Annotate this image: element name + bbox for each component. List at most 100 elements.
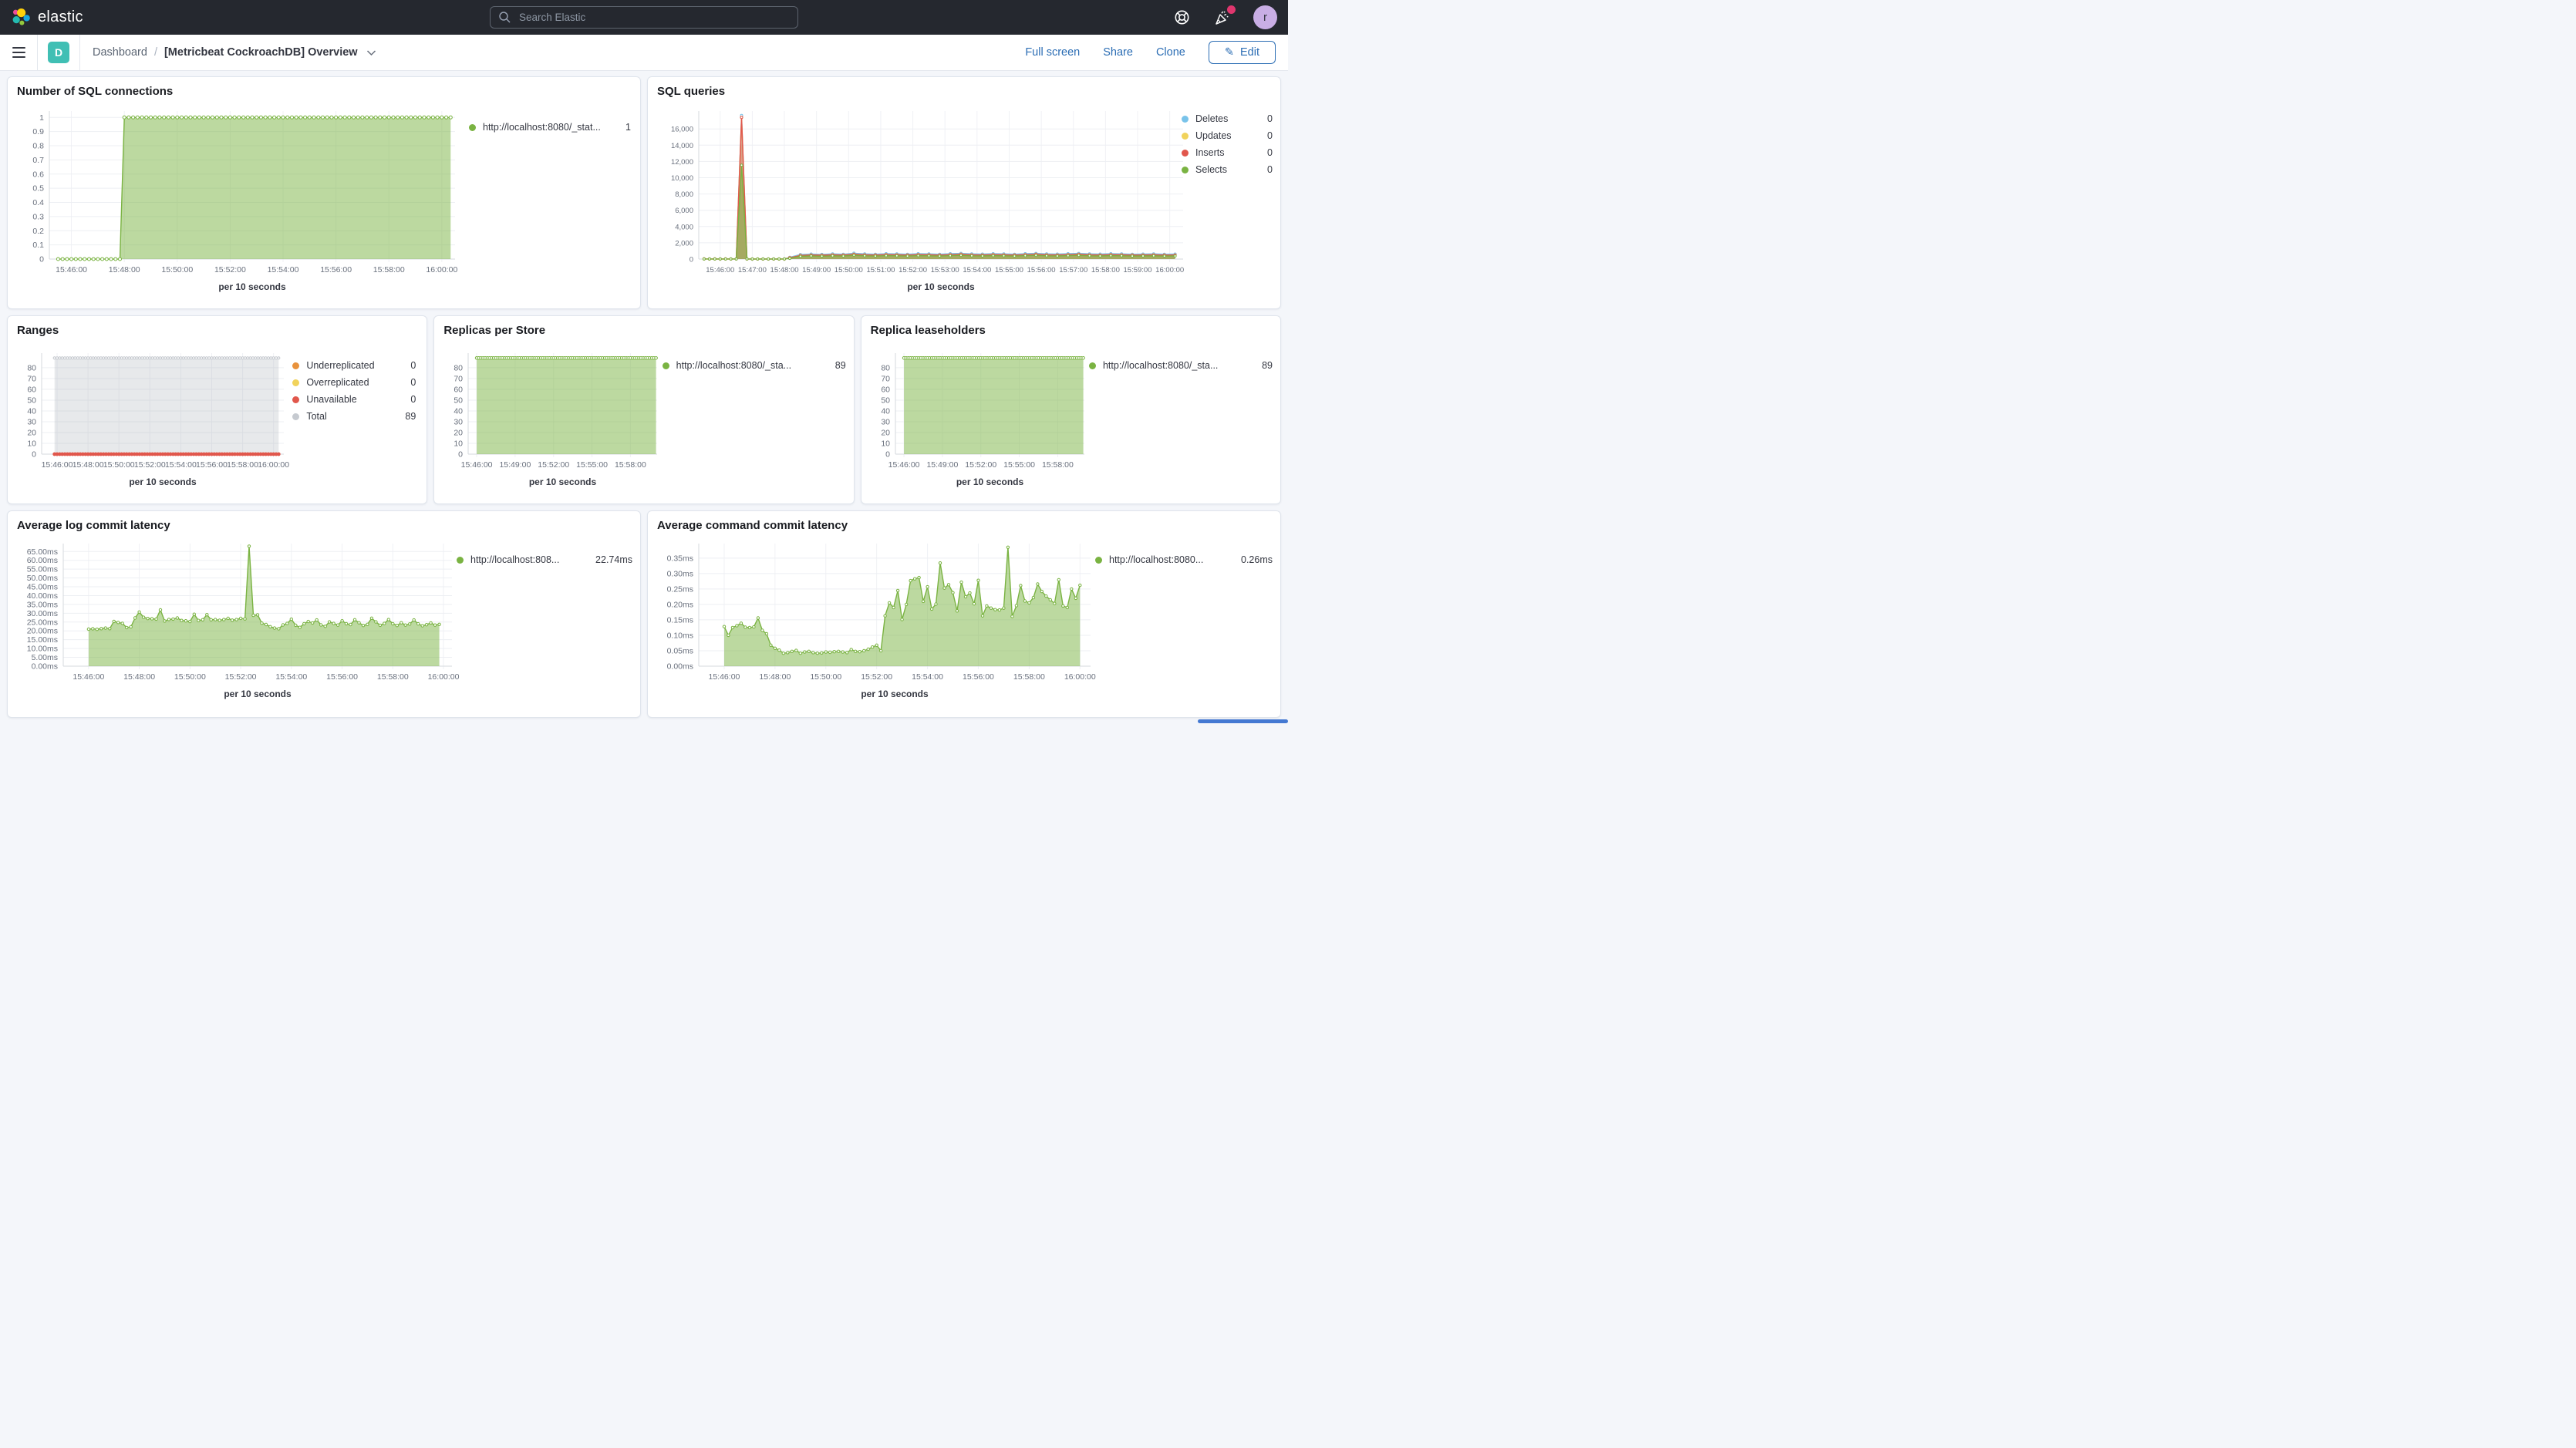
share-button[interactable]: Share xyxy=(1103,46,1133,59)
panel-title: SQL queries xyxy=(648,77,1280,98)
svg-text:0: 0 xyxy=(39,255,44,264)
legend-series-dot xyxy=(1182,150,1189,157)
help-button[interactable] xyxy=(1172,8,1192,28)
svg-text:0.4: 0.4 xyxy=(32,198,44,207)
chevron-down-icon xyxy=(366,49,376,56)
legend-series-dot xyxy=(292,379,299,386)
panel-command-commit-latency: Average command commit latency 0.00ms0.0… xyxy=(647,510,1281,718)
search-input[interactable] xyxy=(518,11,790,24)
legend-series-label: http://localhost:8080/_sta... xyxy=(676,360,791,371)
svg-text:16:00:00: 16:00:00 xyxy=(426,265,457,274)
svg-text:0: 0 xyxy=(885,450,890,460)
svg-text:15:50:00: 15:50:00 xyxy=(174,672,206,682)
legend-item[interactable]: http://localhost:8080/_sta... 89 xyxy=(663,360,846,371)
legend-series-label: http://localhost:808... xyxy=(470,554,559,565)
svg-text:20: 20 xyxy=(454,428,464,437)
svg-text:45.00ms: 45.00ms xyxy=(27,583,58,592)
legend-item[interactable]: http://localhost:808...22.74ms xyxy=(457,554,632,565)
svg-text:10: 10 xyxy=(27,439,36,448)
svg-text:50: 50 xyxy=(881,396,890,405)
title-dropdown-button[interactable] xyxy=(366,49,376,56)
legend-item[interactable]: Overreplicated0 xyxy=(292,377,416,388)
svg-text:per 10 seconds: per 10 seconds xyxy=(129,476,197,487)
full-screen-button[interactable]: Full screen xyxy=(1025,46,1080,59)
legend-series-dot xyxy=(292,413,299,420)
legend-series-dot xyxy=(292,396,299,403)
legend-series-label: http://localhost:8080... xyxy=(1109,554,1203,565)
logo-text: elastic xyxy=(38,8,83,26)
legend-series-dot xyxy=(292,362,299,369)
legend-item[interactable]: Inserts0 xyxy=(1182,147,1273,158)
help-icon xyxy=(1173,8,1191,26)
svg-text:0.8: 0.8 xyxy=(32,142,44,151)
legend-series-label: Total xyxy=(306,411,326,422)
svg-text:15:46:00: 15:46:00 xyxy=(709,672,740,682)
svg-text:5.00ms: 5.00ms xyxy=(32,653,58,662)
svg-text:15:59:00: 15:59:00 xyxy=(1124,266,1152,274)
avatar-letter: r xyxy=(1263,11,1267,24)
legend-item[interactable]: Unavailable 0 xyxy=(292,394,416,405)
edit-button[interactable]: ✎ Edit xyxy=(1209,41,1276,64)
svg-text:15:50:00: 15:50:00 xyxy=(103,460,135,470)
svg-text:0: 0 xyxy=(690,256,693,264)
panel-ranges: Ranges 0102030405060708015:46:0015:48:00… xyxy=(7,315,427,504)
space-badge[interactable]: D xyxy=(48,42,69,63)
legend-series-value: 89 xyxy=(828,360,846,371)
legend-item[interactable]: http://localhost:8080/_sta...89 xyxy=(1089,360,1273,371)
legend-series-value: 1 xyxy=(618,122,631,133)
legend-item[interactable]: http://localhost:8080... 0.26ms xyxy=(1095,554,1273,565)
user-avatar[interactable]: r xyxy=(1253,5,1277,29)
svg-text:0.6: 0.6 xyxy=(32,170,44,179)
svg-text:60: 60 xyxy=(454,385,464,394)
svg-text:15:52:00: 15:52:00 xyxy=(225,672,257,682)
svg-text:30.00ms: 30.00ms xyxy=(27,609,58,618)
toolbar-divider xyxy=(79,35,80,70)
page-title: [Metricbeat CockroachDB] Overview xyxy=(164,46,358,59)
dashboard-toolbar: D Dashboard / [Metricbeat CockroachDB] O… xyxy=(0,35,1288,70)
svg-text:14,000: 14,000 xyxy=(671,142,693,150)
global-search[interactable] xyxy=(490,6,798,29)
horizontal-scrollbar-thumb[interactable] xyxy=(1198,719,1288,723)
legend-item[interactable]: Total89 xyxy=(292,411,416,422)
legend-item[interactable]: Updates 0 xyxy=(1182,130,1273,141)
svg-text:15:56:00: 15:56:00 xyxy=(326,672,358,682)
chart-canvas[interactable]: 02,0004,0006,0008,00010,00012,00014,0001… xyxy=(656,103,1273,302)
edit-label: Edit xyxy=(1240,46,1259,59)
svg-text:0.10ms: 0.10ms xyxy=(667,631,693,640)
svg-text:12,000: 12,000 xyxy=(671,158,693,167)
legend-series-label: Unavailable xyxy=(306,394,356,405)
legend-series-value: 0 xyxy=(1259,130,1273,141)
legend-series-value: 0 xyxy=(403,394,416,405)
news-button[interactable] xyxy=(1212,8,1232,28)
panel-sql-connections: Number of SQL connections 00.10.20.30.40… xyxy=(7,76,641,309)
svg-text:20: 20 xyxy=(881,428,890,437)
breadcrumb-dashboard[interactable]: Dashboard xyxy=(93,46,147,59)
svg-text:15:54:00: 15:54:00 xyxy=(275,672,307,682)
pencil-icon: ✎ xyxy=(1225,46,1234,59)
legend-series-label: http://localhost:8080/_sta... xyxy=(1103,360,1218,371)
legend-item[interactable]: Deletes0 xyxy=(1182,113,1273,124)
svg-text:15:58:00: 15:58:00 xyxy=(373,265,405,274)
chart-canvas[interactable]: 00.10.20.30.40.50.60.70.80.9115:46:0015:… xyxy=(15,103,632,302)
svg-text:40: 40 xyxy=(27,406,36,416)
svg-text:0.35ms: 0.35ms xyxy=(667,554,693,563)
panel-sql-queries: SQL queries 02,0004,0006,0008,00010,0001… xyxy=(647,76,1281,309)
legend-item[interactable]: Selects0 xyxy=(1182,164,1273,175)
legend-series-value: 0.26ms xyxy=(1233,554,1273,565)
svg-text:15:48:00: 15:48:00 xyxy=(759,672,791,682)
elastic-logo[interactable]: elastic xyxy=(11,8,83,28)
menu-button[interactable] xyxy=(0,35,37,70)
legend-item[interactable]: http://localhost:8080/_stat...1 xyxy=(469,122,631,133)
svg-text:16,000: 16,000 xyxy=(671,126,693,134)
svg-text:15:52:00: 15:52:00 xyxy=(861,672,892,682)
legend-item[interactable]: Underreplicated0 xyxy=(292,360,416,371)
svg-text:0.25ms: 0.25ms xyxy=(667,584,693,594)
legend-series-label: Updates xyxy=(1195,130,1232,141)
clone-button[interactable]: Clone xyxy=(1156,46,1185,59)
svg-text:0.5: 0.5 xyxy=(32,184,44,194)
legend-series-dot xyxy=(1182,133,1189,140)
legend-series-dot xyxy=(663,362,669,369)
svg-text:2,000: 2,000 xyxy=(675,239,693,248)
svg-text:per 10 seconds: per 10 seconds xyxy=(218,281,286,292)
svg-text:50: 50 xyxy=(27,396,36,405)
